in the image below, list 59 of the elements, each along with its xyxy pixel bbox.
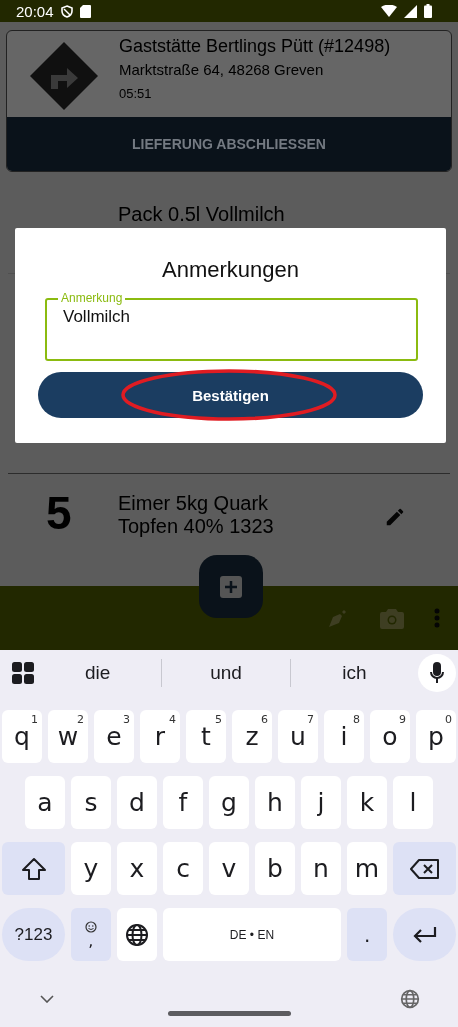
finish-delivery-button[interactable]: LIEFERUNG ABSCHLIESSEN	[7, 117, 451, 171]
plus-icon	[220, 575, 242, 598]
key[interactable]: k	[347, 776, 387, 829]
dialog-title: Anmerkungen	[162, 257, 299, 283]
shield-icon	[60, 4, 73, 18]
key[interactable]: b	[255, 842, 295, 895]
signal-icon	[404, 4, 417, 18]
wifi-icon	[381, 5, 397, 17]
key[interactable]: y	[71, 842, 111, 895]
backspace-key[interactable]	[393, 842, 456, 895]
backspace-icon	[409, 857, 440, 880]
key[interactable]: h	[255, 776, 295, 829]
enter-key[interactable]	[393, 908, 456, 961]
edit-icon[interactable]	[384, 506, 406, 528]
delivery-time: 05:51	[119, 86, 153, 101]
shift-key[interactable]	[2, 842, 65, 895]
item-name: Pack 0.5l Vollmilch	[118, 203, 286, 226]
space-key[interactable]: DE • EN	[162, 908, 342, 961]
apps-grid-icon[interactable]	[12, 662, 34, 684]
microphone-button[interactable]	[418, 654, 456, 692]
shift-icon	[20, 856, 47, 881]
microphone-icon	[430, 662, 444, 684]
emoji-key[interactable]: ,	[70, 908, 111, 961]
customer-name: Gaststätte Bertlings Pütt (#12498)	[119, 36, 391, 57]
customer-address: Marktstraße 64, 48268 Greven	[119, 61, 325, 78]
note-field[interactable]: Anmerkung Vollmilch	[45, 291, 418, 361]
key[interactable]: n	[301, 842, 341, 895]
key[interactable]: j	[301, 776, 341, 829]
symbols-key[interactable]: ?123	[2, 908, 65, 961]
language-icon[interactable]	[400, 989, 420, 1009]
key[interactable]: d	[117, 776, 157, 829]
enter-icon	[411, 925, 438, 944]
key[interactable]: l	[393, 776, 433, 829]
key[interactable]: a	[25, 776, 65, 829]
suggestion[interactable]: ich	[290, 661, 418, 685]
confirm-button[interactable]: Bestätigen	[38, 372, 423, 418]
suggestion[interactable]: und	[162, 661, 290, 685]
globe-icon	[124, 922, 149, 947]
battery-icon	[424, 4, 432, 18]
suggestion[interactable]: die	[34, 661, 162, 685]
item-name: Eimer 5kg Quark Topfen 40% 1323	[118, 492, 275, 538]
field-label: Anmerkung	[60, 291, 124, 307]
add-button[interactable]	[199, 555, 263, 618]
status-time: 20:04	[16, 2, 54, 20]
key[interactable]: g	[209, 776, 249, 829]
key[interactable]: f	[163, 776, 203, 829]
key[interactable]: 8 i	[324, 710, 364, 763]
hide-keyboard-icon[interactable]	[40, 995, 54, 1003]
turn-right-sign-icon[interactable]	[29, 41, 99, 111]
smiley-icon	[84, 920, 97, 933]
key[interactable]: v	[209, 842, 249, 895]
period-key[interactable]: .	[347, 908, 388, 961]
globe-key[interactable]	[116, 908, 157, 961]
key[interactable]: m	[347, 842, 387, 895]
item-number: 5	[46, 486, 73, 541]
key[interactable]: s	[71, 776, 111, 829]
key[interactable]: c	[163, 842, 203, 895]
sd-card-icon	[79, 4, 91, 18]
key[interactable]: x	[117, 842, 157, 895]
